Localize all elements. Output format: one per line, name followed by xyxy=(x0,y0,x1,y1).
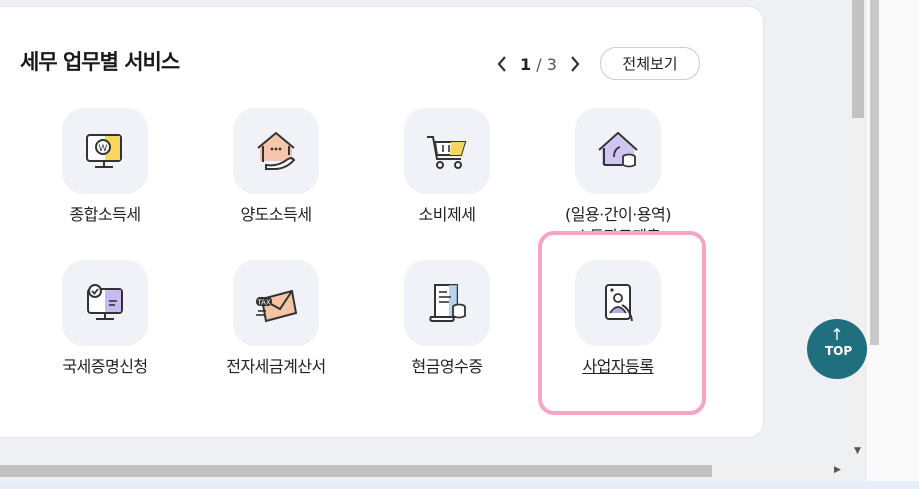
service-label: 양도소득세 xyxy=(240,205,312,224)
vertical-scrollbar[interactable]: ▼ xyxy=(850,0,867,462)
horizontal-scrollbar-thumb[interactable] xyxy=(0,465,712,477)
service-item-capital-gains-tax[interactable]: 양도소득세 xyxy=(196,108,356,226)
svg-text:W: W xyxy=(99,144,108,154)
chevron-left-icon xyxy=(497,56,506,72)
service-item-consumption-tax[interactable]: 소비제세 xyxy=(367,108,527,226)
service-item-income-data-submission[interactable]: (일용·간이·용역) 소득자료제출 xyxy=(538,108,698,234)
page-indicator: 1 / 3 xyxy=(520,54,557,74)
tax-envelope-icon: TAX xyxy=(233,260,319,346)
service-label: 현금영수증 xyxy=(411,357,483,376)
vertical-scrollbar-thumb[interactable] xyxy=(852,0,864,118)
section-title: 세무 업무별 서비스 xyxy=(20,50,180,74)
chevron-right-icon xyxy=(571,56,580,72)
outer-scrollbar[interactable] xyxy=(870,0,879,345)
service-label: 종합소득세 xyxy=(69,205,141,224)
service-label: 전자세금계산서 xyxy=(226,357,326,376)
receipt-coins-icon xyxy=(404,260,490,346)
service-label-line1: (일용·간이·용역) xyxy=(565,205,671,224)
house-hand-icon xyxy=(233,108,319,194)
service-label: (일용·간이·용역) 소득자료제출 xyxy=(538,204,698,234)
scroll-down-arrow-icon[interactable]: ▼ xyxy=(854,446,861,456)
next-page-button[interactable] xyxy=(563,49,587,79)
service-label: 국세증명신청 xyxy=(62,357,148,376)
svg-text:TAX: TAX xyxy=(256,299,271,307)
scroll-right-arrow-icon[interactable]: ▶ xyxy=(834,465,841,475)
right-edge-strip xyxy=(867,0,919,481)
arrow-up-icon: ↑ xyxy=(830,325,844,344)
service-label: 소비제세 xyxy=(418,205,476,224)
house-coins-icon xyxy=(575,108,661,194)
view-all-button[interactable]: 전체보기 xyxy=(600,47,700,80)
top-label: TOP xyxy=(825,344,853,358)
prev-page-button[interactable] xyxy=(490,49,514,79)
service-item-income-tax[interactable]: W 종합소득세 xyxy=(25,108,185,226)
scroll-to-top-button[interactable]: ↑ TOP xyxy=(807,319,867,379)
pager: 1 / 3 xyxy=(490,48,587,80)
service-item-e-tax-invoice[interactable]: TAX 전자세금계산서 xyxy=(196,260,356,378)
service-item-tax-certificate[interactable]: 국세증명신청 xyxy=(25,260,185,378)
monitor-won-icon: W xyxy=(62,108,148,194)
monitor-certificate-icon xyxy=(62,260,148,346)
horizontal-scrollbar[interactable]: ▶ xyxy=(0,463,850,480)
bottom-strip xyxy=(0,481,919,489)
selection-highlight xyxy=(538,231,706,415)
shopping-cart-icon xyxy=(404,108,490,194)
service-item-cash-receipt[interactable]: 현금영수증 xyxy=(367,260,527,378)
